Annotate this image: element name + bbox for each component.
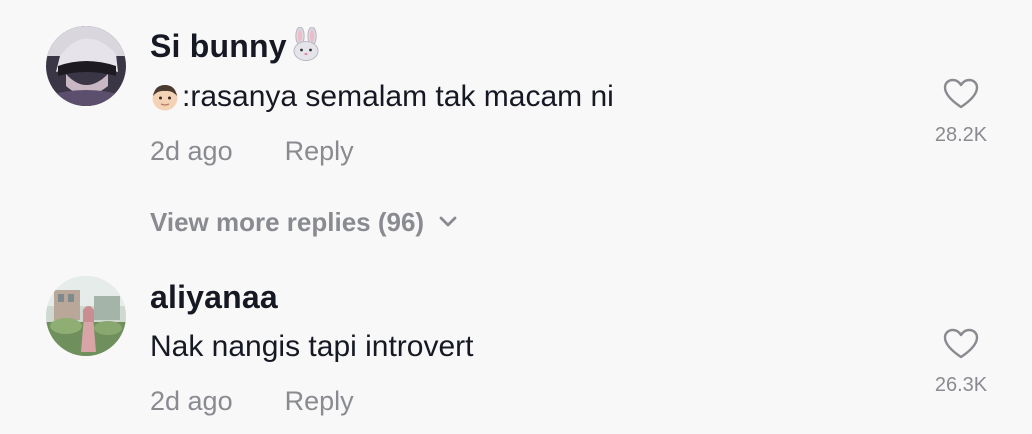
comment-time: 2d ago xyxy=(150,136,233,166)
view-more-replies-button[interactable]: View more replies (96) xyxy=(150,207,458,238)
like-control: 26.3K xyxy=(926,328,996,397)
avatar[interactable] xyxy=(46,26,126,106)
comment-text: :rasanya semalam tak macam ni xyxy=(150,80,614,120)
rabbit-face-icon xyxy=(289,26,323,69)
boy-face-icon xyxy=(150,82,180,120)
username[interactable]: aliyanaa xyxy=(150,279,278,316)
reply-button[interactable]: Reply xyxy=(285,136,354,166)
reply-button[interactable]: Reply xyxy=(285,386,354,416)
comment-item: Si bunny :rasanya semalam tak macam ni 2… xyxy=(0,0,1032,250)
comments-panel: Si bunny :rasanya semalam tak macam ni 2… xyxy=(0,0,1032,434)
avatar[interactable] xyxy=(46,276,126,356)
comment-meta: 2d ago Reply xyxy=(150,386,354,417)
like-control: 28.2K xyxy=(926,78,996,147)
heart-icon[interactable] xyxy=(926,78,996,110)
like-count: 28.2K xyxy=(934,124,988,146)
like-count: 26.3K xyxy=(934,374,988,396)
heart-icon[interactable] xyxy=(926,328,996,360)
chevron-down-icon xyxy=(439,216,457,227)
username[interactable]: Si bunny xyxy=(150,26,323,69)
comment-item: aliyanaa Nak nangis tapi introvert 2d ag… xyxy=(0,250,1032,434)
comment-meta: 2d ago Reply xyxy=(150,136,354,167)
comment-text: Nak nangis tapi introvert xyxy=(150,330,474,363)
comment-time: 2d ago xyxy=(150,386,233,416)
